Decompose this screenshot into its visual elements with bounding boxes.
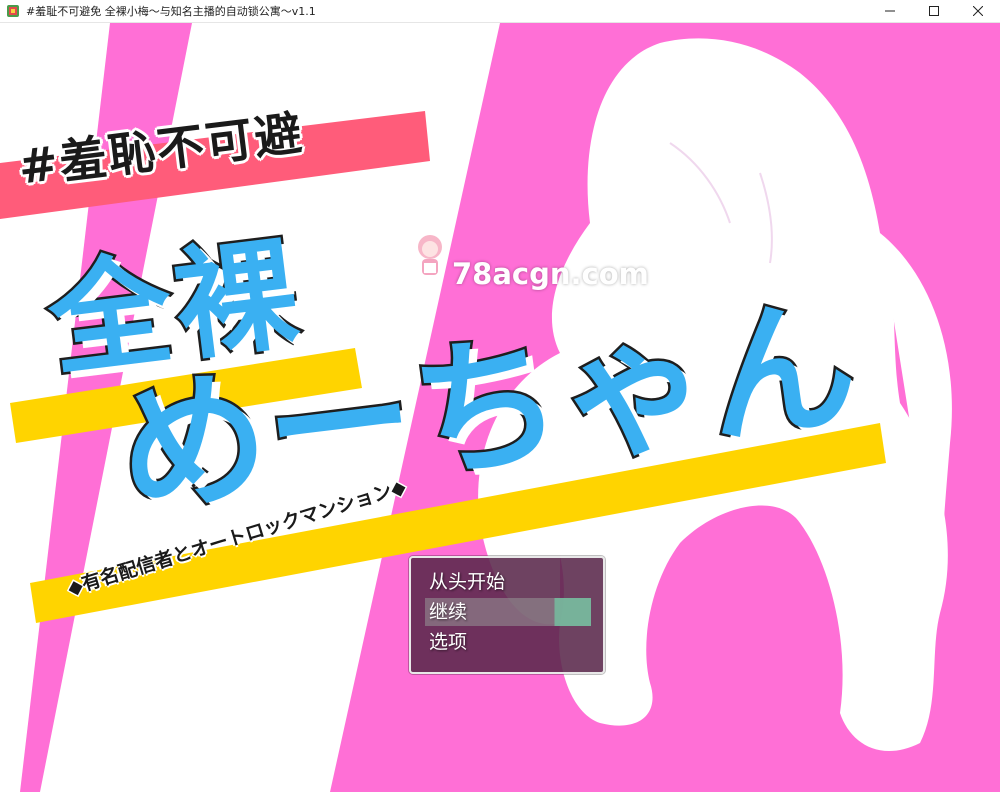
maximize-button[interactable] bbox=[912, 0, 956, 22]
game-canvas[interactable]: 78acgn.com #羞恥不可避 全裸 めーちゃん ◆有名配信者とオートロック… bbox=[0, 23, 1000, 792]
minimize-icon bbox=[885, 10, 895, 12]
menu-item-continue[interactable]: 继续 bbox=[425, 598, 591, 626]
window-title: #羞耻不可避免 全裸小梅～与知名主播的自动锁公寓～v1.1 bbox=[26, 5, 316, 18]
game-window: #羞耻不可避免 全裸小梅～与知名主播的自动锁公寓～v1.1 78acgn.com… bbox=[0, 0, 1000, 792]
title-menu: 从头开始 继续 选项 bbox=[409, 556, 605, 674]
close-button[interactable] bbox=[956, 0, 1000, 22]
window-controls bbox=[868, 0, 1000, 22]
menu-item-options[interactable]: 选项 bbox=[425, 628, 591, 656]
maximize-icon bbox=[929, 6, 939, 16]
minimize-button[interactable] bbox=[868, 0, 912, 22]
close-icon bbox=[973, 6, 983, 16]
mascot-icon bbox=[418, 235, 442, 275]
app-icon bbox=[7, 5, 19, 17]
title-bar[interactable]: #羞耻不可避免 全裸小梅～与知名主播的自动锁公寓～v1.1 bbox=[0, 0, 1000, 23]
menu-item-new-game[interactable]: 从头开始 bbox=[425, 568, 591, 596]
